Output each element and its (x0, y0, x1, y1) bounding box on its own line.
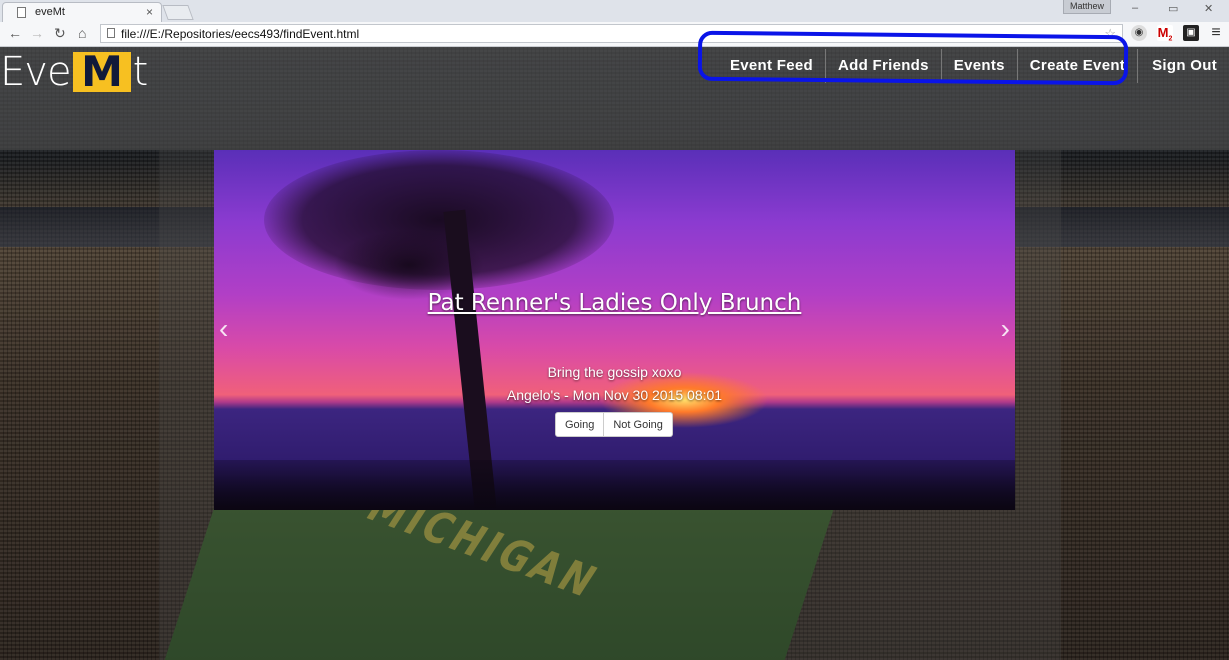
close-window-icon[interactable]: ✕ (1204, 2, 1213, 15)
carousel-prev-icon[interactable]: ‹ (219, 313, 228, 345)
close-tab-icon[interactable]: × (146, 5, 153, 19)
annotation-highlight (697, 30, 1129, 86)
browser-tab[interactable]: eveMt × (2, 2, 162, 22)
url-text: file:///E:/Repositories/eecs493/findEven… (121, 27, 360, 41)
gmail-count: 2 (1168, 35, 1173, 43)
brand-prefix: Eve (0, 49, 72, 95)
nav-sign-out[interactable]: Sign Out (1137, 49, 1229, 83)
menu-icon[interactable]: ≡ (1208, 25, 1224, 41)
rsvp-button-group: Going Not Going (555, 412, 673, 437)
restore-icon[interactable]: ▭ (1168, 2, 1178, 15)
gmail-extension-icon[interactable]: M2 (1157, 25, 1173, 43)
event-location-time: Angelo's - Mon Nov 30 2015 08:01 (506, 387, 723, 403)
extension-mask-icon[interactable]: ▣ (1183, 25, 1199, 41)
brand-m-block: M (72, 51, 131, 93)
page-info-icon[interactable] (107, 28, 115, 38)
event-title[interactable]: Pat Renner's Ladies Only Brunch (214, 290, 1015, 316)
back-icon[interactable]: ← (8, 25, 22, 41)
going-button[interactable]: Going (555, 412, 605, 437)
event-description: Bring the gossip xoxo (547, 364, 682, 380)
brand-logo[interactable]: Eve Mt (0, 49, 149, 95)
home-icon[interactable]: ⌂ (78, 25, 86, 41)
extension-shield-icon[interactable]: ◉ (1131, 25, 1147, 41)
new-tab-button[interactable] (162, 5, 194, 20)
browser-tabstrip: eveMt × Matthew – ▭ ✕ (0, 0, 1229, 22)
left-side-shade (0, 150, 159, 660)
reload-icon[interactable]: ↻ (54, 25, 66, 42)
shoreline (214, 460, 1015, 510)
minimize-icon[interactable]: – (1132, 2, 1138, 14)
forward-icon[interactable]: → (30, 25, 44, 41)
profile-badge[interactable]: Matthew (1063, 0, 1111, 14)
event-carousel[interactable]: Pat Renner's Ladies Only Brunch Bring th… (214, 150, 1015, 510)
tab-title: eveMt (35, 6, 65, 18)
not-going-button[interactable]: Not Going (604, 412, 673, 437)
carousel-next-icon[interactable]: › (1001, 313, 1010, 345)
right-side-shade (1061, 150, 1229, 660)
page-icon (17, 7, 26, 18)
brand-suffix: t (132, 49, 149, 95)
